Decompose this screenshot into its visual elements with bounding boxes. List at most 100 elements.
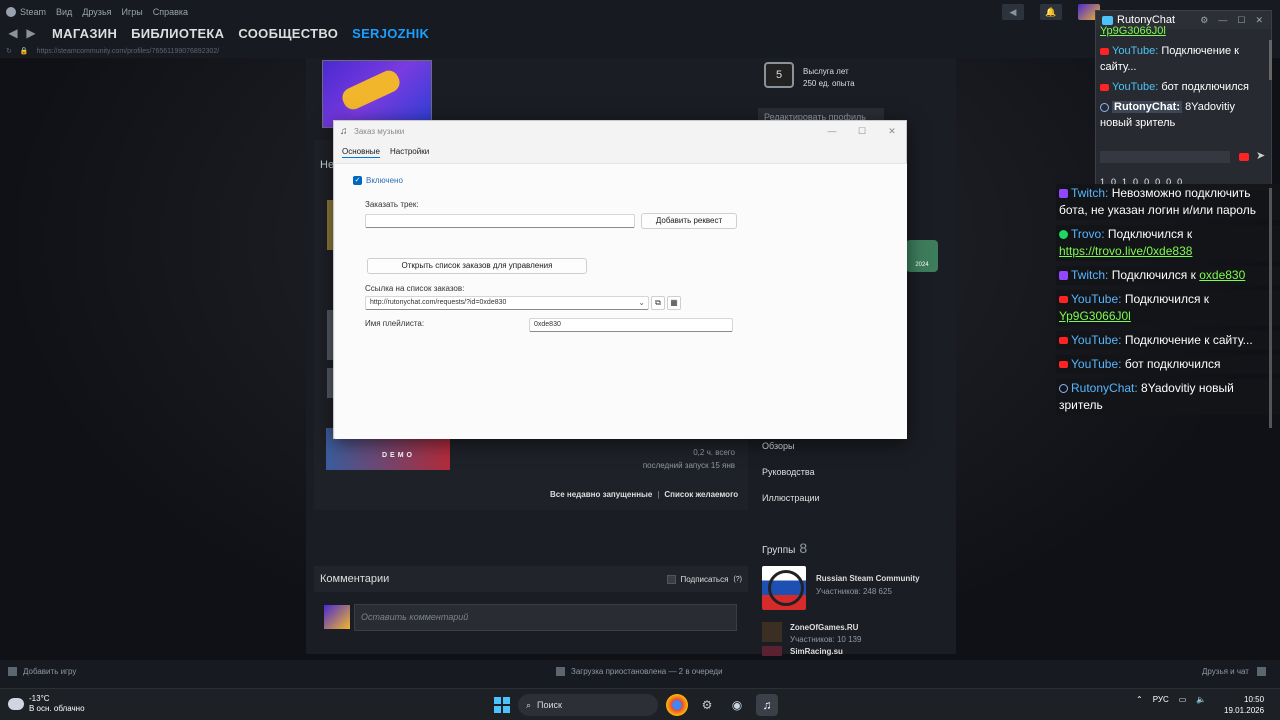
volume-icon[interactable]: 🔈 (1196, 695, 1206, 704)
steam-year-badge[interactable]: 2024 (906, 240, 938, 272)
send-icon[interactable]: ➤ (1256, 149, 1265, 162)
youtube-icon[interactable] (1239, 153, 1249, 161)
friends-chat-label: Друзья и чат (1202, 667, 1249, 676)
overlay-user: Twitch: (1071, 268, 1109, 282)
group-name[interactable]: Russian Steam Community (816, 574, 920, 583)
overlay-scrollbar[interactable] (1269, 188, 1272, 428)
announcements-icon[interactable]: ◀ (1002, 4, 1024, 20)
subscribe-help-icon[interactable]: (?) (733, 576, 742, 583)
dialog-tabs: Основные Настройки (342, 147, 429, 158)
steam-taskbar-icon[interactable]: ◉ (726, 694, 748, 716)
close-icon[interactable]: ✕ (880, 124, 904, 138)
rutonychat-window: RutonyChat ⚙ — ☐ ✕ Yp9G3066J0l YouTube: … (1095, 10, 1272, 190)
add-request-button[interactable]: Добавить реквест (641, 213, 737, 229)
list-link-field[interactable]: http://rutonychat.com/requests/?id=0xde8… (365, 296, 649, 310)
side-link-reviews[interactable]: Обзоры (762, 441, 794, 451)
recent-activity-heading: Не (320, 159, 335, 171)
menu-steam-label: Steam (20, 7, 47, 17)
enabled-checkbox-row[interactable]: ✓ Включено (353, 176, 403, 185)
menu-friends[interactable]: Друзья (82, 7, 111, 17)
group-icon[interactable] (762, 622, 782, 642)
youtube-icon (1059, 361, 1068, 369)
overlay-message: YouTube: Подключение к сайту... (1056, 331, 1280, 350)
link-wishlist[interactable]: Список желаемого (664, 490, 738, 499)
group-name[interactable]: ZoneOfGames.RU (790, 623, 858, 632)
dialog-titlebar[interactable]: ♫ Заказ музыки — ☐ ✕ (334, 121, 906, 141)
enabled-checkbox[interactable]: ✓ (353, 176, 362, 185)
lock-icon: 🔒 (19, 48, 29, 55)
tab-main[interactable]: Основные (342, 147, 380, 158)
overlay-user: Twitch: (1071, 186, 1109, 200)
chevron-down-icon[interactable]: ⌄ (638, 298, 645, 307)
open-requests-list-button[interactable]: Открыть список заказов для управления (367, 258, 587, 274)
back-arrow-icon[interactable]: ◀ (4, 26, 22, 40)
forward-arrow-icon[interactable]: ▶ (22, 26, 40, 40)
copy-icon[interactable]: ⧉ (651, 296, 665, 310)
refresh-icon[interactable]: ↻ (6, 47, 12, 55)
nav-user[interactable]: SERJOZHIK (352, 26, 429, 41)
playlist-input[interactable]: 0xde830 (529, 318, 733, 332)
order-track-label: Заказать трек: (365, 200, 419, 209)
weather-widget[interactable]: -13°C В осн. облачно (8, 694, 85, 714)
overlay-link[interactable]: Yp9G3066J0l (1059, 309, 1131, 323)
add-game-label: Добавить игру (23, 667, 77, 676)
twitch-icon (1059, 189, 1068, 199)
maximize-icon[interactable]: ☐ (850, 124, 874, 138)
nav-store[interactable]: МАГАЗИН (52, 26, 117, 41)
rutonychat-scrollbar[interactable] (1269, 40, 1272, 80)
menu-games[interactable]: Игры (122, 7, 143, 17)
group-name[interactable]: SimRacing.su (790, 647, 843, 656)
subscribe-checkbox[interactable] (666, 574, 676, 584)
network-icon[interactable]: ▭ (1179, 695, 1187, 704)
download-status[interactable]: Загрузка приостановлена — 2 в очереди (556, 667, 723, 676)
settings-gear-icon[interactable]: ⚙ (696, 694, 718, 716)
system-tray: ⌃ РУС ▭ 🔈 (1136, 695, 1206, 704)
notifications-bell-icon[interactable]: 🔔 (1040, 4, 1062, 20)
groups-heading[interactable]: Группы 8 (762, 540, 807, 556)
link-recent-games[interactable]: Все недавно запущенные (550, 490, 652, 499)
page-url[interactable]: https://steamcommunity.com/profiles/7656… (37, 48, 220, 55)
menu-help[interactable]: Справка (153, 7, 188, 17)
download-icon (556, 667, 565, 676)
menu-view[interactable]: Вид (56, 7, 72, 17)
chat-input[interactable] (1100, 151, 1230, 163)
overlay-text: Подключился к (1107, 227, 1193, 241)
overlay-link[interactable]: oxde830 (1199, 268, 1245, 282)
overlay-text: Подключился к (1124, 292, 1210, 306)
overlay-user: YouTube: (1071, 357, 1122, 371)
clock[interactable]: 10:50 19.01.2026 (1224, 694, 1264, 716)
taskbar-search[interactable]: ⌕ Поиск (518, 694, 658, 716)
language-indicator[interactable]: РУС (1153, 695, 1169, 704)
friends-chat-button[interactable]: Друзья и чат (1202, 667, 1266, 676)
group-icon[interactable] (762, 646, 782, 656)
overlay-link[interactable]: https://trovo.live/0xde838 (1059, 244, 1192, 258)
subscribe-toggle[interactable]: Подписаться (?) (666, 574, 742, 584)
side-link-guides[interactable]: Руководства (762, 467, 815, 477)
steam-bottom-bar: Добавить игру Загрузка приостановлена — … (0, 660, 1280, 684)
group-icon[interactable] (762, 566, 806, 610)
profile-avatar[interactable] (322, 60, 432, 128)
music-app-icon[interactable]: ♫ (756, 694, 778, 716)
minimize-icon[interactable]: — (820, 124, 844, 138)
order-track-input[interactable] (365, 214, 635, 228)
tray-expand-icon[interactable]: ⌃ (1136, 695, 1143, 704)
side-link-artwork[interactable]: Иллюстрации (762, 493, 820, 503)
groups-title: Группы (762, 545, 796, 556)
steam-level-badge[interactable]: 5 (764, 62, 794, 88)
add-game-button[interactable]: Добавить игру (8, 667, 76, 676)
qr-code-icon[interactable]: ▦ (667, 296, 681, 310)
comment-avatar (324, 605, 350, 629)
rutonychat-icon (1059, 384, 1068, 394)
chat-link[interactable]: Yp9G3066J0l (1100, 25, 1166, 37)
weather-temperature: -13°C (29, 694, 50, 703)
windows-start-icon[interactable] (494, 697, 510, 713)
tab-settings[interactable]: Настройки (390, 147, 429, 158)
overlay-message: RutonyChat: 8Yadovitiy новый зритель (1056, 379, 1280, 415)
nav-community[interactable]: СООБЩЕСТВО (238, 26, 338, 41)
steam-menu[interactable]: Steam (6, 7, 46, 17)
weather-condition: В осн. облачно (29, 704, 85, 713)
list-link-value: http://rutonychat.com/requests/?id=0xde8… (370, 299, 507, 306)
nav-library[interactable]: БИБЛИОТЕКА (131, 26, 224, 41)
comment-input[interactable]: Оставить комментарий (354, 604, 737, 631)
chrome-icon[interactable] (666, 694, 688, 716)
